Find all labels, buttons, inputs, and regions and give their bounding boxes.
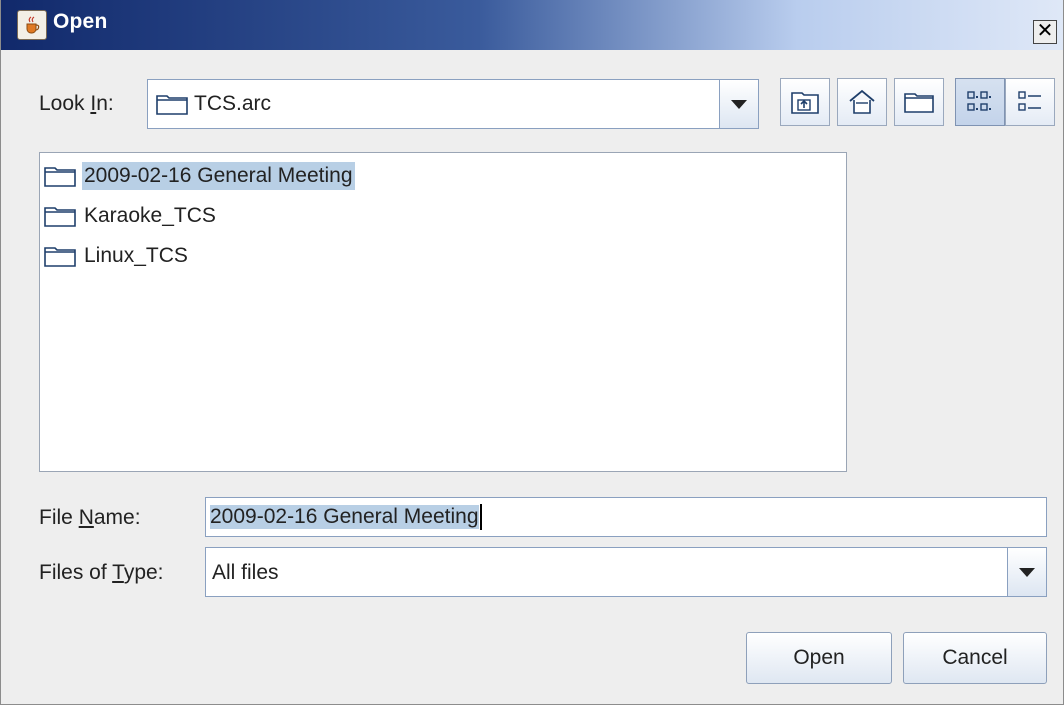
up-one-level-icon [791,92,819,114]
file-list[interactable]: 2009-02-16 General Meeting Karaoke_TCS L… [39,152,847,472]
close-button[interactable]: ✕ [1033,20,1057,44]
file-name-field[interactable]: 2009-02-16 General Meeting [205,497,1047,537]
open-button[interactable]: Open [746,632,892,684]
files-of-type-value: All files [212,561,279,584]
new-folder-button[interactable] [894,78,944,126]
files-of-type-combo[interactable]: All files [205,547,1047,597]
java-cup-icon [17,10,47,40]
title-bar[interactable]: Open ✕ [1,0,1063,50]
folder-icon [156,95,188,115]
details-view-button[interactable] [1005,78,1055,126]
look-in-value: TCS.arc [194,92,272,115]
files-of-type-label: Files of Type: [39,561,164,584]
details-view-icon [1018,91,1041,111]
text-caret [479,504,482,530]
file-row[interactable]: 2009-02-16 General Meeting [44,158,359,194]
look-in-dropdown-arrow[interactable] [719,80,758,128]
window-title: Open [53,10,108,33]
file-name: 2009-02-16 General Meeting [82,162,355,190]
chevron-down-icon [1019,567,1035,577]
open-dialog: Open ✕ Look In: TCS.arc 2009-02-16 Gener… [0,0,1064,705]
up-one-level-button[interactable] [780,78,830,126]
folder-icon [44,167,76,187]
file-name-value: 2009-02-16 General Meeting [210,505,479,529]
file-row[interactable]: Karaoke_TCS [44,198,222,234]
look-in-combo[interactable]: TCS.arc [147,79,759,129]
chevron-down-icon [731,99,747,109]
list-view-button[interactable] [955,78,1005,126]
folder-icon [44,247,76,267]
home-icon [849,89,875,114]
new-folder-icon [904,93,934,113]
list-view-icon [967,91,991,111]
cancel-button[interactable]: Cancel [903,632,1047,684]
look-in-label: Look In: [39,92,114,115]
file-name-label: File Name: [39,506,141,529]
file-row[interactable]: Linux_TCS [44,238,194,274]
close-icon: ✕ [1036,20,1054,42]
file-name: Karaoke_TCS [84,204,216,227]
folder-icon [44,207,76,227]
files-of-type-dropdown-arrow[interactable] [1007,548,1046,596]
file-name: Linux_TCS [84,244,188,267]
home-button[interactable] [837,78,887,126]
